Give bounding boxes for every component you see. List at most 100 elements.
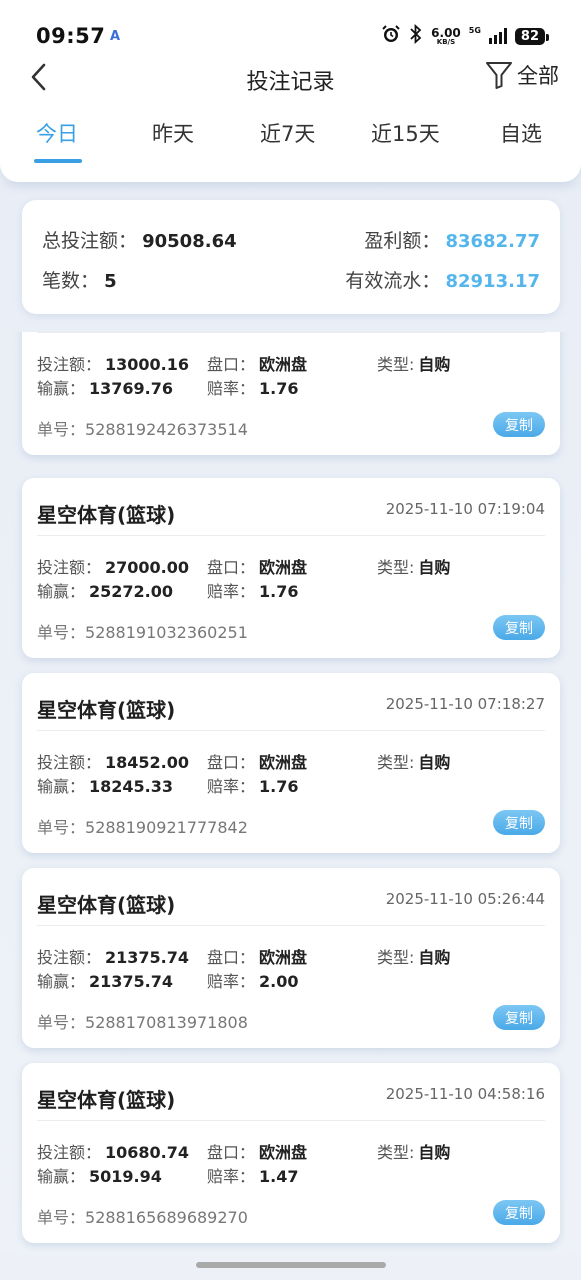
order-number-label: 单号： — [37, 623, 86, 642]
order-card: 星空体育(篮球) 2025-11-10 05:26:44 投注额： 21375.7… — [22, 868, 560, 1048]
order-card: 星空体育(篮球) 2025-11-10 04:58:16 投注额： 10680.7… — [22, 1063, 560, 1243]
order-number-value: 5288191032360251 — [85, 623, 248, 642]
market: 盘口： 欧洲盘 — [207, 944, 307, 968]
order-title: 星空体育(篮球) — [37, 1088, 176, 1112]
bet-value: 27000.00 — [105, 558, 190, 577]
status-time: 09:57 — [36, 24, 106, 48]
market-label: 盘口： — [207, 355, 256, 374]
bet-amount: 投注额： 13000.16 — [37, 351, 189, 375]
market-label: 盘口： — [207, 948, 256, 967]
win-loss: 输赢： 13769.76 — [37, 375, 173, 399]
net-speed-value: 6.00 — [431, 25, 461, 40]
copy-button[interactable]: 复制 — [493, 1200, 545, 1225]
copy-button[interactable]: 复制 — [493, 615, 545, 640]
profit: 盈利额： 83682.77 — [364, 226, 540, 253]
win-loss: 输赢： 18245.33 — [37, 773, 173, 797]
win-loss: 输赢： 21375.74 — [37, 968, 173, 992]
tab-15-days[interactable]: 近15天 — [371, 118, 440, 148]
order-time: 2025-11-10 07:18:27 — [385, 695, 545, 713]
total-bet: 总投注额： 90508.64 — [42, 226, 237, 253]
bet-type-value: 自购 — [418, 753, 451, 772]
order-number-label: 单号： — [37, 818, 86, 837]
order-number: 单号：5288165689689270 — [37, 1204, 248, 1228]
order-time: 2025-11-10 05:26:44 — [385, 890, 545, 908]
order-time: 2025-11-10 04:58:16 — [385, 1085, 545, 1103]
net-speed: 6.00 KB/S — [431, 27, 461, 46]
win-loss-label: 输赢： — [37, 972, 86, 991]
odds-label: 赔率： — [207, 972, 256, 991]
bet-type: 类型: 自购 — [377, 749, 450, 773]
win-loss-label: 输赢： — [37, 379, 86, 398]
win-loss-value: 25272.00 — [89, 582, 174, 601]
bet-type-label: 类型: — [377, 948, 415, 967]
active-tab-indicator — [34, 159, 82, 163]
summary-card: 总投注额： 90508.64 盈利额： 83682.77 笔数： 5 有效流水：… — [22, 200, 560, 314]
odds-value: 1.76 — [259, 379, 299, 398]
bet-count-label: 笔数： — [42, 270, 100, 292]
market-value: 欧洲盘 — [259, 753, 308, 772]
bet-label: 投注额： — [37, 1143, 102, 1162]
tab-yesterday[interactable]: 昨天 — [152, 118, 194, 148]
bet-value: 21375.74 — [105, 948, 190, 967]
order-title: 星空体育(篮球) — [37, 698, 176, 722]
bet-value: 13000.16 — [105, 355, 190, 374]
market-label: 盘口： — [207, 753, 256, 772]
win-loss-value: 5019.94 — [89, 1167, 162, 1186]
bet-label: 投注额： — [37, 558, 102, 577]
date-tabs: 今日 昨天 近7天 近15天 自选 — [0, 114, 581, 164]
order-number: 单号：5288192426373514 — [37, 416, 248, 440]
filter-button[interactable]: 全部 — [485, 60, 559, 90]
divider — [37, 925, 545, 926]
tab-custom[interactable]: 自选 — [500, 118, 542, 148]
bet-value: 18452.00 — [105, 753, 190, 772]
tab-today[interactable]: 今日 — [36, 118, 78, 148]
copy-button[interactable]: 复制 — [493, 810, 545, 835]
market-label: 盘口： — [207, 558, 256, 577]
bet-type-value: 自购 — [418, 948, 451, 967]
net-speed-unit: KB/S — [436, 37, 456, 46]
odds: 赔率： 1.76 — [207, 773, 299, 797]
odds-label: 赔率： — [207, 582, 256, 601]
order-number: 单号：5288190921777842 — [37, 814, 248, 838]
win-loss-value: 13769.76 — [89, 379, 174, 398]
order-time: 2025-11-10 07:19:04 — [385, 500, 545, 518]
order-number-label: 单号： — [37, 1208, 86, 1227]
content-area: 总投注额： 90508.64 盈利额： 83682.77 笔数： 5 有效流水：… — [0, 182, 581, 1254]
bet-type-label: 类型: — [377, 1143, 415, 1162]
bet-amount: 投注额： 18452.00 — [37, 749, 189, 773]
odds-label: 赔率： — [207, 1167, 256, 1186]
notification-badge-icon: A — [110, 29, 121, 44]
copy-button[interactable]: 复制 — [493, 412, 545, 437]
network-type: 5G — [468, 26, 481, 35]
market: 盘口： 欧洲盘 — [207, 749, 307, 773]
odds: 赔率： 1.76 — [207, 375, 299, 399]
odds: 赔率： 2.00 — [207, 968, 299, 992]
bet-count: 笔数： 5 — [42, 266, 117, 293]
bet-count-value: 5 — [104, 271, 117, 292]
summary-row: 总投注额： 90508.64 盈利额： 83682.77 — [42, 226, 540, 253]
win-loss-label: 输赢： — [37, 1167, 86, 1186]
copy-button[interactable]: 复制 — [493, 1005, 545, 1030]
market-value: 欧洲盘 — [259, 1143, 308, 1162]
bet-value: 10680.74 — [105, 1143, 190, 1162]
bet-type: 类型: 自购 — [377, 944, 450, 968]
order-list[interactable]: 投注额： 13000.16 盘口： 欧洲盘 类型: 自购 输赢： 13769.76 赔率… — [0, 332, 581, 1254]
status-icons: 6.00 KB/S 5G 82 — [381, 23, 550, 48]
battery-icon: 82 — [514, 27, 550, 45]
odds-value: 1.76 — [259, 582, 299, 601]
filter-icon — [486, 62, 512, 89]
bet-type: 类型: 自购 — [377, 351, 450, 375]
odds-value: 2.00 — [259, 972, 299, 991]
tab-7-days[interactable]: 近7天 — [260, 118, 315, 148]
profit-value: 83682.77 — [445, 231, 540, 252]
market-label: 盘口： — [207, 1143, 256, 1162]
odds-label: 赔率： — [207, 379, 256, 398]
bet-label: 投注额： — [37, 948, 102, 967]
win-loss-value: 21375.74 — [89, 972, 174, 991]
filter-label: 全部 — [517, 64, 559, 88]
app-header: 09:57 A 6.00 KB/S 5G 82 投注记录 全部 今日 昨天 近7… — [0, 0, 581, 182]
market: 盘口： 欧洲盘 — [207, 351, 307, 375]
order-number-value: 5288192426373514 — [85, 420, 248, 439]
home-indicator[interactable] — [196, 1262, 386, 1268]
bet-type-value: 自购 — [418, 558, 451, 577]
